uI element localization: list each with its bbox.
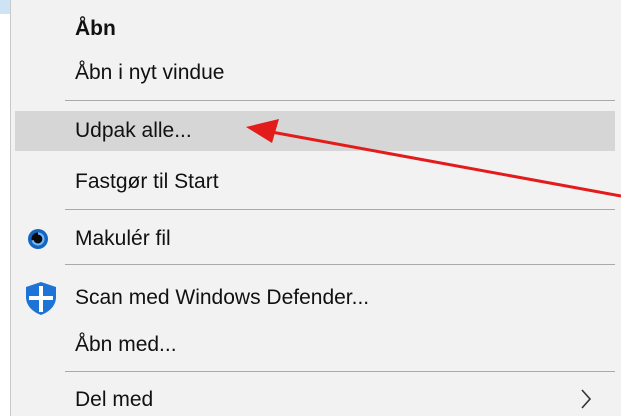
menu-separator (65, 371, 615, 372)
explorer-background-edge (0, 0, 11, 416)
menu-separator (65, 264, 615, 265)
menu-separator (65, 209, 615, 210)
menu-item-scan-windows-defender[interactable]: Scan med Windows Defender... (15, 278, 615, 318)
menu-item-label: Makulér fil (75, 227, 171, 250)
chevron-right-icon (581, 389, 592, 409)
menu-item-label: Scan med Windows Defender... (75, 286, 370, 309)
selected-file-highlight (0, 0, 10, 14)
menu-item-label: Åbn (75, 17, 116, 40)
screenshot: Åbn Åbn i nyt vindue Udpak alle... Fastg… (0, 0, 621, 416)
menu-item-open-new-window[interactable]: Åbn i nyt vindue (15, 53, 615, 93)
shredder-icon (28, 229, 48, 249)
menu-item-label: Udpak alle... (75, 119, 192, 142)
context-menu: Åbn Åbn i nyt vindue Udpak alle... Fastg… (11, 0, 621, 416)
menu-item-share-with[interactable]: Del med (15, 380, 615, 416)
menu-item-label: Åbn med... (75, 333, 177, 356)
menu-separator (65, 100, 615, 101)
menu-item-extract-all[interactable]: Udpak alle... (15, 111, 615, 151)
windows-defender-shield-icon (26, 282, 56, 315)
menu-item-shred-file[interactable]: Makulér fil (15, 219, 615, 259)
menu-item-label: Åbn i nyt vindue (75, 61, 225, 84)
menu-item-open[interactable]: Åbn (15, 9, 615, 49)
menu-item-open-with[interactable]: Åbn med... (15, 325, 615, 365)
menu-item-label: Fastgør til Start (75, 170, 219, 193)
menu-item-label: Del med (75, 388, 154, 411)
menu-item-pin-to-start[interactable]: Fastgør til Start (15, 162, 615, 202)
